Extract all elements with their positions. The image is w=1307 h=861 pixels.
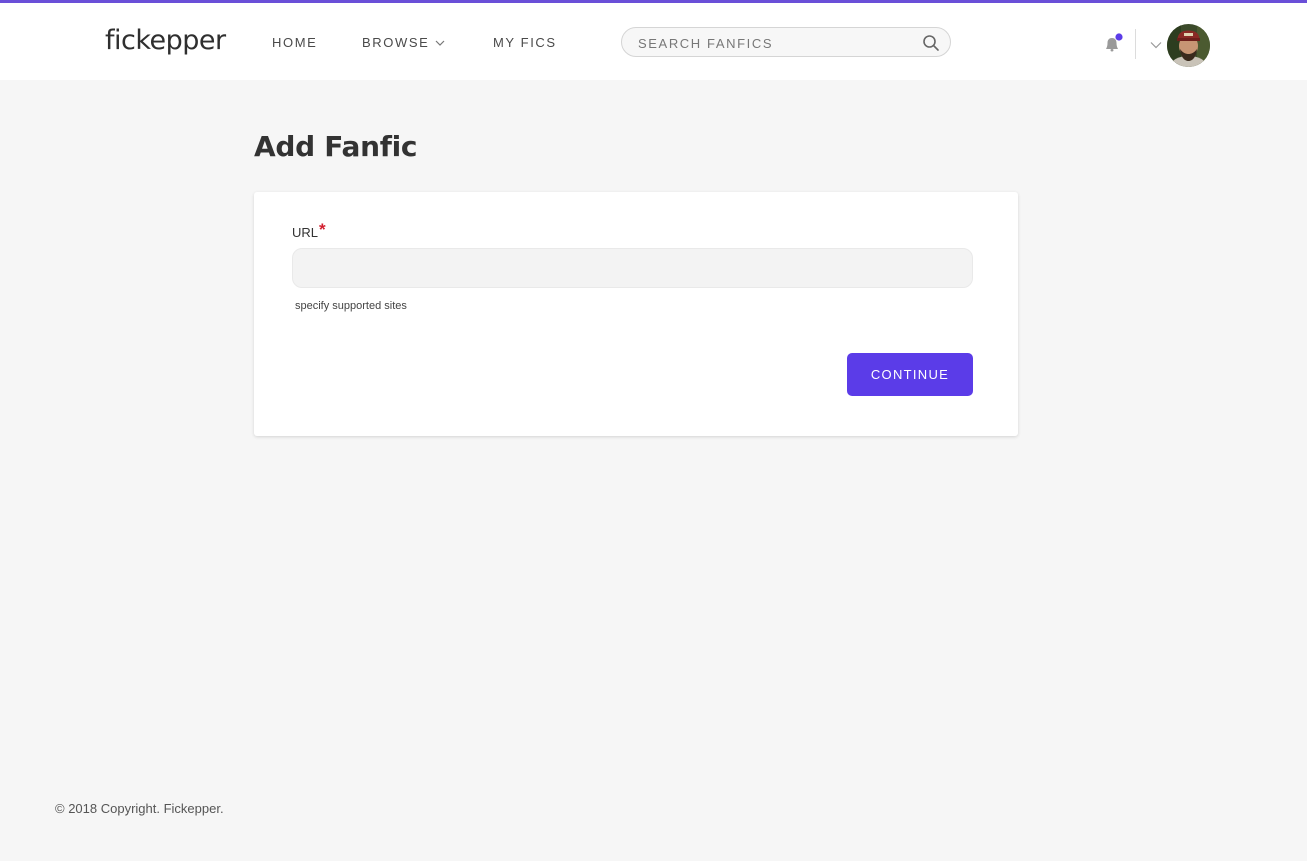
page-title: Add Fanfic <box>254 130 418 163</box>
nav-home-label: HOME <box>272 35 318 50</box>
search-box <box>621 27 951 58</box>
nav-my-fics-label: MY FICS <box>493 35 557 50</box>
user-menu-divider <box>1135 29 1136 59</box>
url-help-text: specify supported sites <box>295 300 407 312</box>
continue-button[interactable]: CONTINUE <box>847 353 973 396</box>
nav-browse[interactable]: BROWSE <box>362 35 445 50</box>
nav-home[interactable]: HOME <box>272 35 317 50</box>
user-avatar-image <box>1167 24 1210 67</box>
add-fanfic-form-card: URL* specify supported sites CONTINUE <box>254 192 1018 436</box>
notification-dot <box>1115 33 1123 41</box>
user-menu-chevron-icon[interactable] <box>1150 40 1162 50</box>
notification-bell-icon[interactable] <box>1102 33 1124 55</box>
footer-copyright: © 2018 Copyright. Fickepper. <box>55 801 224 816</box>
search-input[interactable] <box>636 28 920 58</box>
navbar: fickepper HOME BROWSE MY FICS <box>0 3 1307 80</box>
avatar[interactable] <box>1167 24 1210 67</box>
chevron-down-icon <box>435 40 445 46</box>
logo[interactable]: fickepper <box>105 25 226 56</box>
nav-my-fics[interactable]: MY FICS <box>493 35 557 50</box>
url-input[interactable] <box>292 248 973 288</box>
nav-browse-label: BROWSE <box>362 35 430 50</box>
url-label-text: URL <box>292 225 319 240</box>
required-marker: * <box>319 220 326 239</box>
url-field-label: URL* <box>292 220 326 242</box>
search-icon[interactable] <box>922 34 940 52</box>
